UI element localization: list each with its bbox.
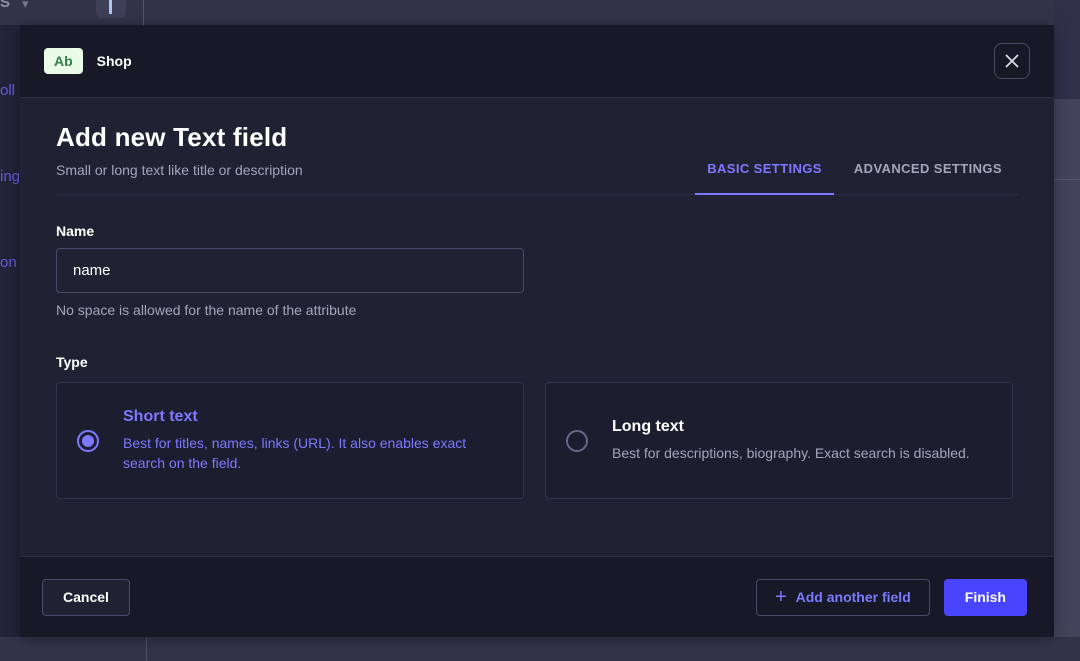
background-divider [143,0,144,25]
close-icon [1004,53,1020,69]
name-hint: No space is allowed for the name of the … [56,302,1018,318]
type-field-group: Type Short text Best for titles, names, … [56,354,1018,499]
content-type-badge: Ab [44,48,83,74]
background-divider [1054,179,1080,180]
background-text-fragment: S [0,0,10,11]
option-long-text[interactable]: Long text Best for descriptions, biograp… [545,382,1013,499]
radio-selected-icon[interactable] [77,430,99,452]
type-options: Short text Best for titles, names, links… [56,382,1018,499]
background-bottom [0,637,1080,661]
sidebar-link-fragment: ing [0,168,20,185]
text-cursor-icon [109,0,112,14]
sidebar-link-fragment: oll [0,82,15,99]
option-text: Long text Best for descriptions, biograp… [612,418,970,463]
sidebar-link-fragment: on [0,254,17,271]
name-field-group: Name No space is allowed for the name of… [56,223,1018,318]
screen: S ▾ oll ing on Ab Shop Add new Text fiel… [0,0,1080,661]
type-label: Type [56,354,1018,370]
name-input[interactable] [56,248,524,293]
option-title: Short text [123,408,493,426]
name-label: Name [56,223,1018,239]
radio-unselected-icon[interactable] [566,430,588,452]
title-block: Add new Text field Small or long text li… [56,122,303,194]
option-description: Best for descriptions, biography. Exact … [612,443,970,463]
modal-body: Add new Text field Small or long text li… [20,98,1054,556]
modal-title: Add new Text field [56,122,303,153]
background-topbar: S ▾ [0,0,1080,25]
add-another-field-button[interactable]: + Add another field [756,579,930,616]
option-short-text[interactable]: Short text Best for titles, names, links… [56,382,524,499]
background-right-top [1054,0,1080,99]
modal-footer: Cancel + Add another field Finish [20,556,1054,637]
option-description: Best for titles, names, links (URL). It … [123,433,493,474]
content-type-title: Shop [97,53,132,69]
add-field-modal: Ab Shop Add new Text field Small or long… [20,25,1054,637]
background-toolbar-button [96,0,126,18]
option-text: Short text Best for titles, names, links… [123,408,493,474]
cancel-button[interactable]: Cancel [42,579,130,616]
title-row: Add new Text field Small or long text li… [56,122,1018,195]
chevron-down-icon: ▾ [22,0,29,12]
footer-actions: + Add another field Finish [756,579,1027,616]
background-divider [146,637,147,661]
modal-subtitle: Small or long text like title or descrip… [56,162,303,178]
modal-header: Ab Shop [20,25,1054,98]
option-title: Long text [612,418,970,436]
add-another-field-label: Add another field [796,589,911,605]
background-right-panel [1054,99,1080,661]
background-sidebar: oll ing on [0,25,20,637]
plus-icon: + [775,587,787,607]
tab-advanced-settings[interactable]: ADVANCED SETTINGS [842,147,1014,194]
settings-tabs: BASIC SETTINGS ADVANCED SETTINGS [691,147,1018,194]
finish-button[interactable]: Finish [944,579,1027,616]
tab-basic-settings[interactable]: BASIC SETTINGS [695,147,834,194]
close-button[interactable] [994,43,1030,79]
